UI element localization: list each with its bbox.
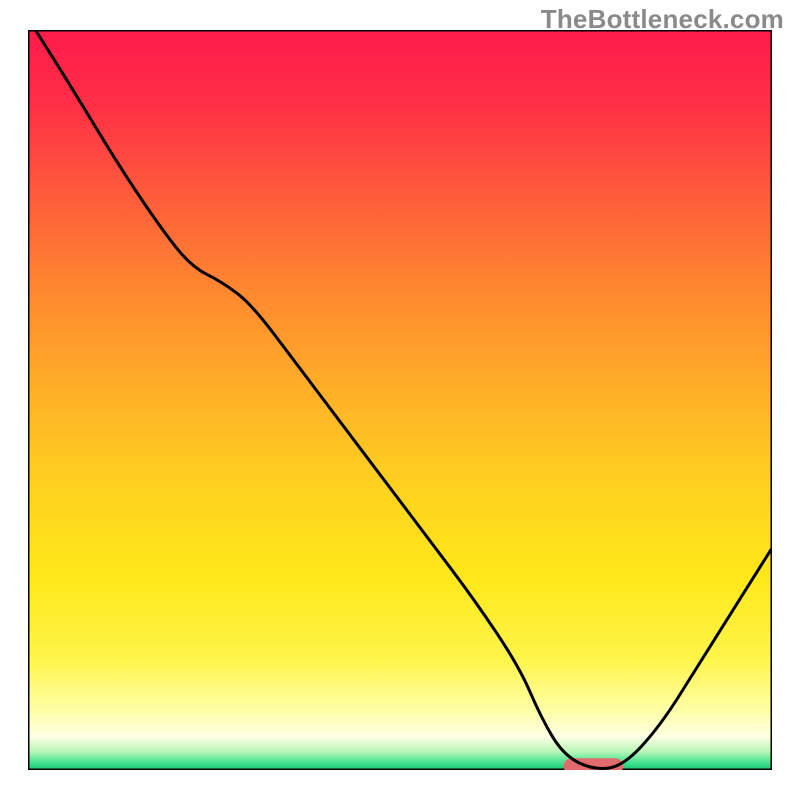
watermark-text: TheBottleneck.com <box>541 4 784 35</box>
bottleneck-chart <box>28 30 772 770</box>
heatmap-background <box>28 30 772 770</box>
chart-container: TheBottleneck.com <box>0 0 800 800</box>
chart-frame <box>28 30 772 770</box>
